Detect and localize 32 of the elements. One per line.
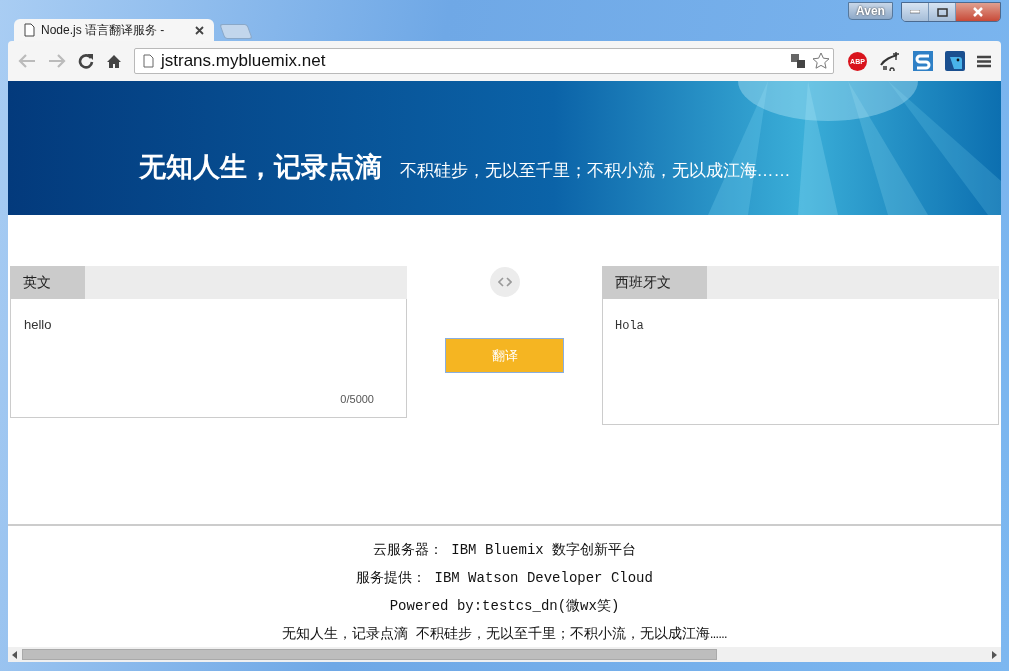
source-text-field[interactable]: hello 0/5000 [10, 299, 407, 418]
dictionary-icon[interactable] [879, 51, 901, 71]
maximize-icon [936, 7, 948, 17]
close-icon [972, 7, 984, 17]
close-button[interactable] [956, 3, 1000, 21]
footer-text: Powered by:testcs_dn(微wx笑) [388, 597, 621, 616]
banner-subtitle: 不积硅步，无以至千里；不积小流，无以成江海…… [399, 160, 791, 182]
reload-icon[interactable] [78, 53, 94, 69]
home-icon[interactable] [106, 53, 122, 69]
star-icon[interactable] [812, 52, 830, 70]
maximize-button[interactable] [929, 3, 956, 21]
character-count: 0/5000 [340, 393, 374, 405]
swap-icon [497, 277, 512, 287]
browser-tab[interactable]: Node.js 语言翻译服务 - [14, 19, 214, 41]
language-tab[interactable]: 西班牙文 [602, 266, 707, 299]
scroll-right-icon[interactable] [991, 650, 997, 659]
minimize-icon [910, 10, 920, 14]
language-tab[interactable]: 英文 [10, 266, 85, 299]
scroll-left-icon[interactable] [12, 650, 18, 659]
page-icon [143, 54, 154, 68]
footer-text: 无知人生，记录点滴 不积硅步，无以至千里；不积小流，无以成江海…… [280, 625, 729, 644]
translation-text: Hola [615, 319, 644, 333]
menu-icon[interactable] [977, 54, 991, 68]
scrollbar-thumb[interactable] [22, 649, 717, 660]
address-bar[interactable]: jstrans.mybluemix.net [134, 48, 834, 74]
footer-text: 云服务器： IBM Bluemix 数字创新平台 [371, 541, 638, 560]
horizontal-scrollbar[interactable] [8, 647, 1001, 662]
footer-text: 服务提供： IBM Watson Developer Cloud [355, 569, 654, 588]
banner-title: 无知人生，记录点滴 [138, 151, 382, 184]
close-icon[interactable] [195, 25, 204, 35]
page-icon [24, 23, 35, 37]
extension-icon[interactable] [913, 51, 933, 71]
